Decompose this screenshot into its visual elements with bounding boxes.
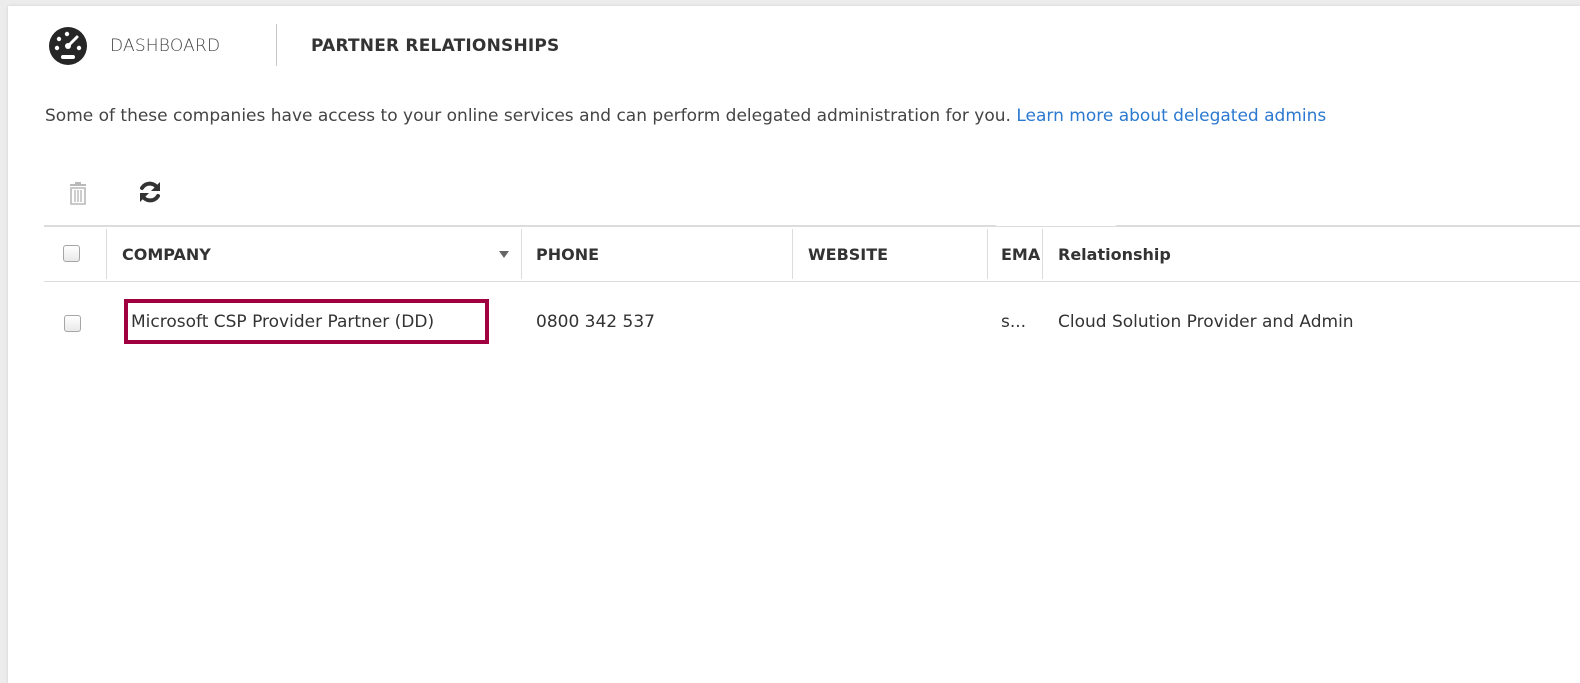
refresh-icon — [140, 181, 160, 203]
column-divider — [987, 229, 988, 279]
main-panel: DASHBOARD PARTNER RELATIONSHIPS Some of … — [8, 6, 1580, 683]
row-checkbox[interactable] — [64, 315, 81, 332]
header-divider — [276, 24, 277, 66]
dashboard-gauge-icon[interactable] — [48, 26, 88, 66]
email-cell: s... — [1001, 312, 1027, 332]
table-header: COMPANY PHONE WEBSITE EMA Relationship — [44, 226, 1580, 282]
sort-descending-icon[interactable] — [499, 251, 509, 258]
column-divider — [1042, 229, 1043, 279]
column-header-label: Relationship — [1058, 244, 1171, 264]
page-header: DASHBOARD PARTNER RELATIONSHIPS — [48, 24, 748, 68]
page-title: PARTNER RELATIONSHIPS — [311, 36, 560, 56]
select-all-checkbox[interactable] — [63, 245, 80, 262]
refresh-button[interactable] — [134, 176, 166, 208]
column-divider — [792, 229, 793, 279]
column-divider — [106, 229, 107, 279]
column-header-label: WEBSITE — [808, 244, 889, 264]
dashboard-link[interactable]: DASHBOARD — [110, 36, 220, 56]
column-header-company[interactable]: COMPANY — [122, 227, 522, 281]
relationship-cell: Cloud Solution Provider and Admin — [1058, 312, 1354, 332]
column-header-phone[interactable]: PHONE — [536, 227, 786, 281]
column-header-label: EMA — [1001, 244, 1041, 264]
description-text: Some of these companies have access to y… — [45, 106, 1011, 126]
column-header-label: PHONE — [536, 244, 600, 264]
column-header-label: COMPANY — [122, 244, 211, 264]
description: Some of these companies have access to y… — [45, 106, 1326, 126]
trash-icon — [70, 182, 86, 205]
phone-cell: 0800 342 537 — [536, 312, 655, 332]
column-header-email[interactable]: EMA — [1001, 227, 1043, 281]
column-header-relationship[interactable]: Relationship — [1058, 227, 1458, 281]
learn-more-link[interactable]: Learn more about delegated admins — [1016, 106, 1326, 126]
delete-button[interactable] — [62, 178, 94, 210]
column-header-website[interactable]: WEBSITE — [808, 227, 988, 281]
partner-table: COMPANY PHONE WEBSITE EMA Relationship M… — [44, 226, 1580, 364]
column-divider — [521, 229, 522, 279]
company-cell[interactable]: Microsoft CSP Provider Partner (DD) — [131, 312, 434, 332]
table-row[interactable]: Microsoft CSP Provider Partner (DD) 0800… — [44, 282, 1580, 364]
